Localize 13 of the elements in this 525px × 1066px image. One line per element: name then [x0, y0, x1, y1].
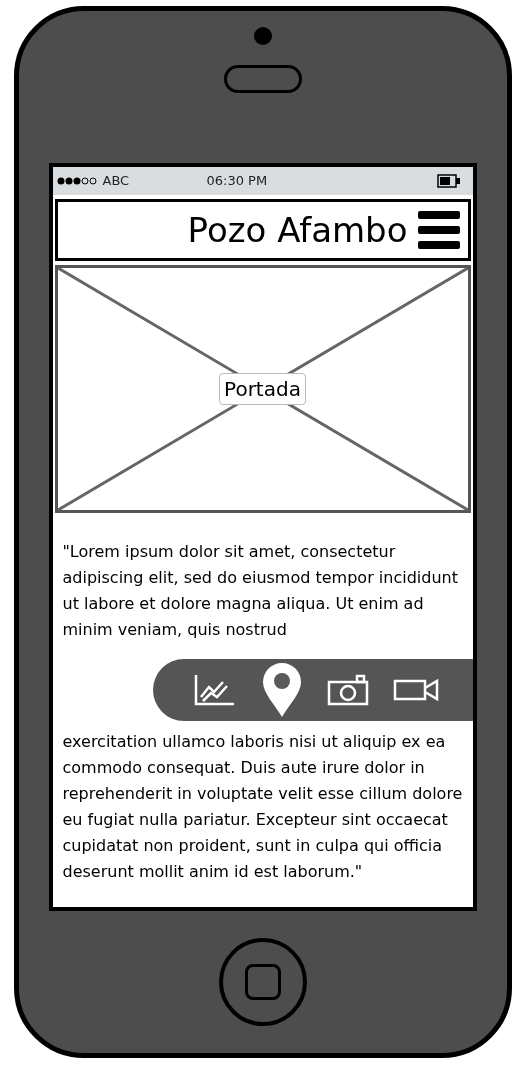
cover-label: Portada	[219, 373, 306, 405]
home-square-icon	[244, 964, 281, 1000]
body-text: exercitation ullamco laboris nisi ut aliquip ex ea commodo consequat. Duis aute irure dolor in reprehenderit in voluptate velit esse cillum dolore eu fugiat nulla pariatur. Excepteur sint occaecat cupidatat non proident, sunt in culpa qui officia deserunt mollit anim id est laborum."	[61, 731, 464, 883]
location-pin-icon[interactable]	[260, 661, 303, 719]
battery-icon	[436, 174, 461, 188]
status-time: 06:30 PM	[206, 172, 269, 191]
camera-icon[interactable]	[326, 674, 369, 706]
menu-icon[interactable]	[417, 211, 460, 249]
page-title: Pozo Afambo	[187, 213, 408, 247]
carrier-name: ABC	[102, 172, 131, 191]
video-camera-icon[interactable]	[392, 678, 439, 702]
body-text: "Lorem ipsum dolor sit amet, consectetur adipiscing elit, sed do eiusmod tempor incididunt ut labore et dolore magna aliqua. Ut enim ad minim veniam, quis nostrud	[61, 541, 459, 641]
chart-icon[interactable]	[192, 673, 237, 707]
